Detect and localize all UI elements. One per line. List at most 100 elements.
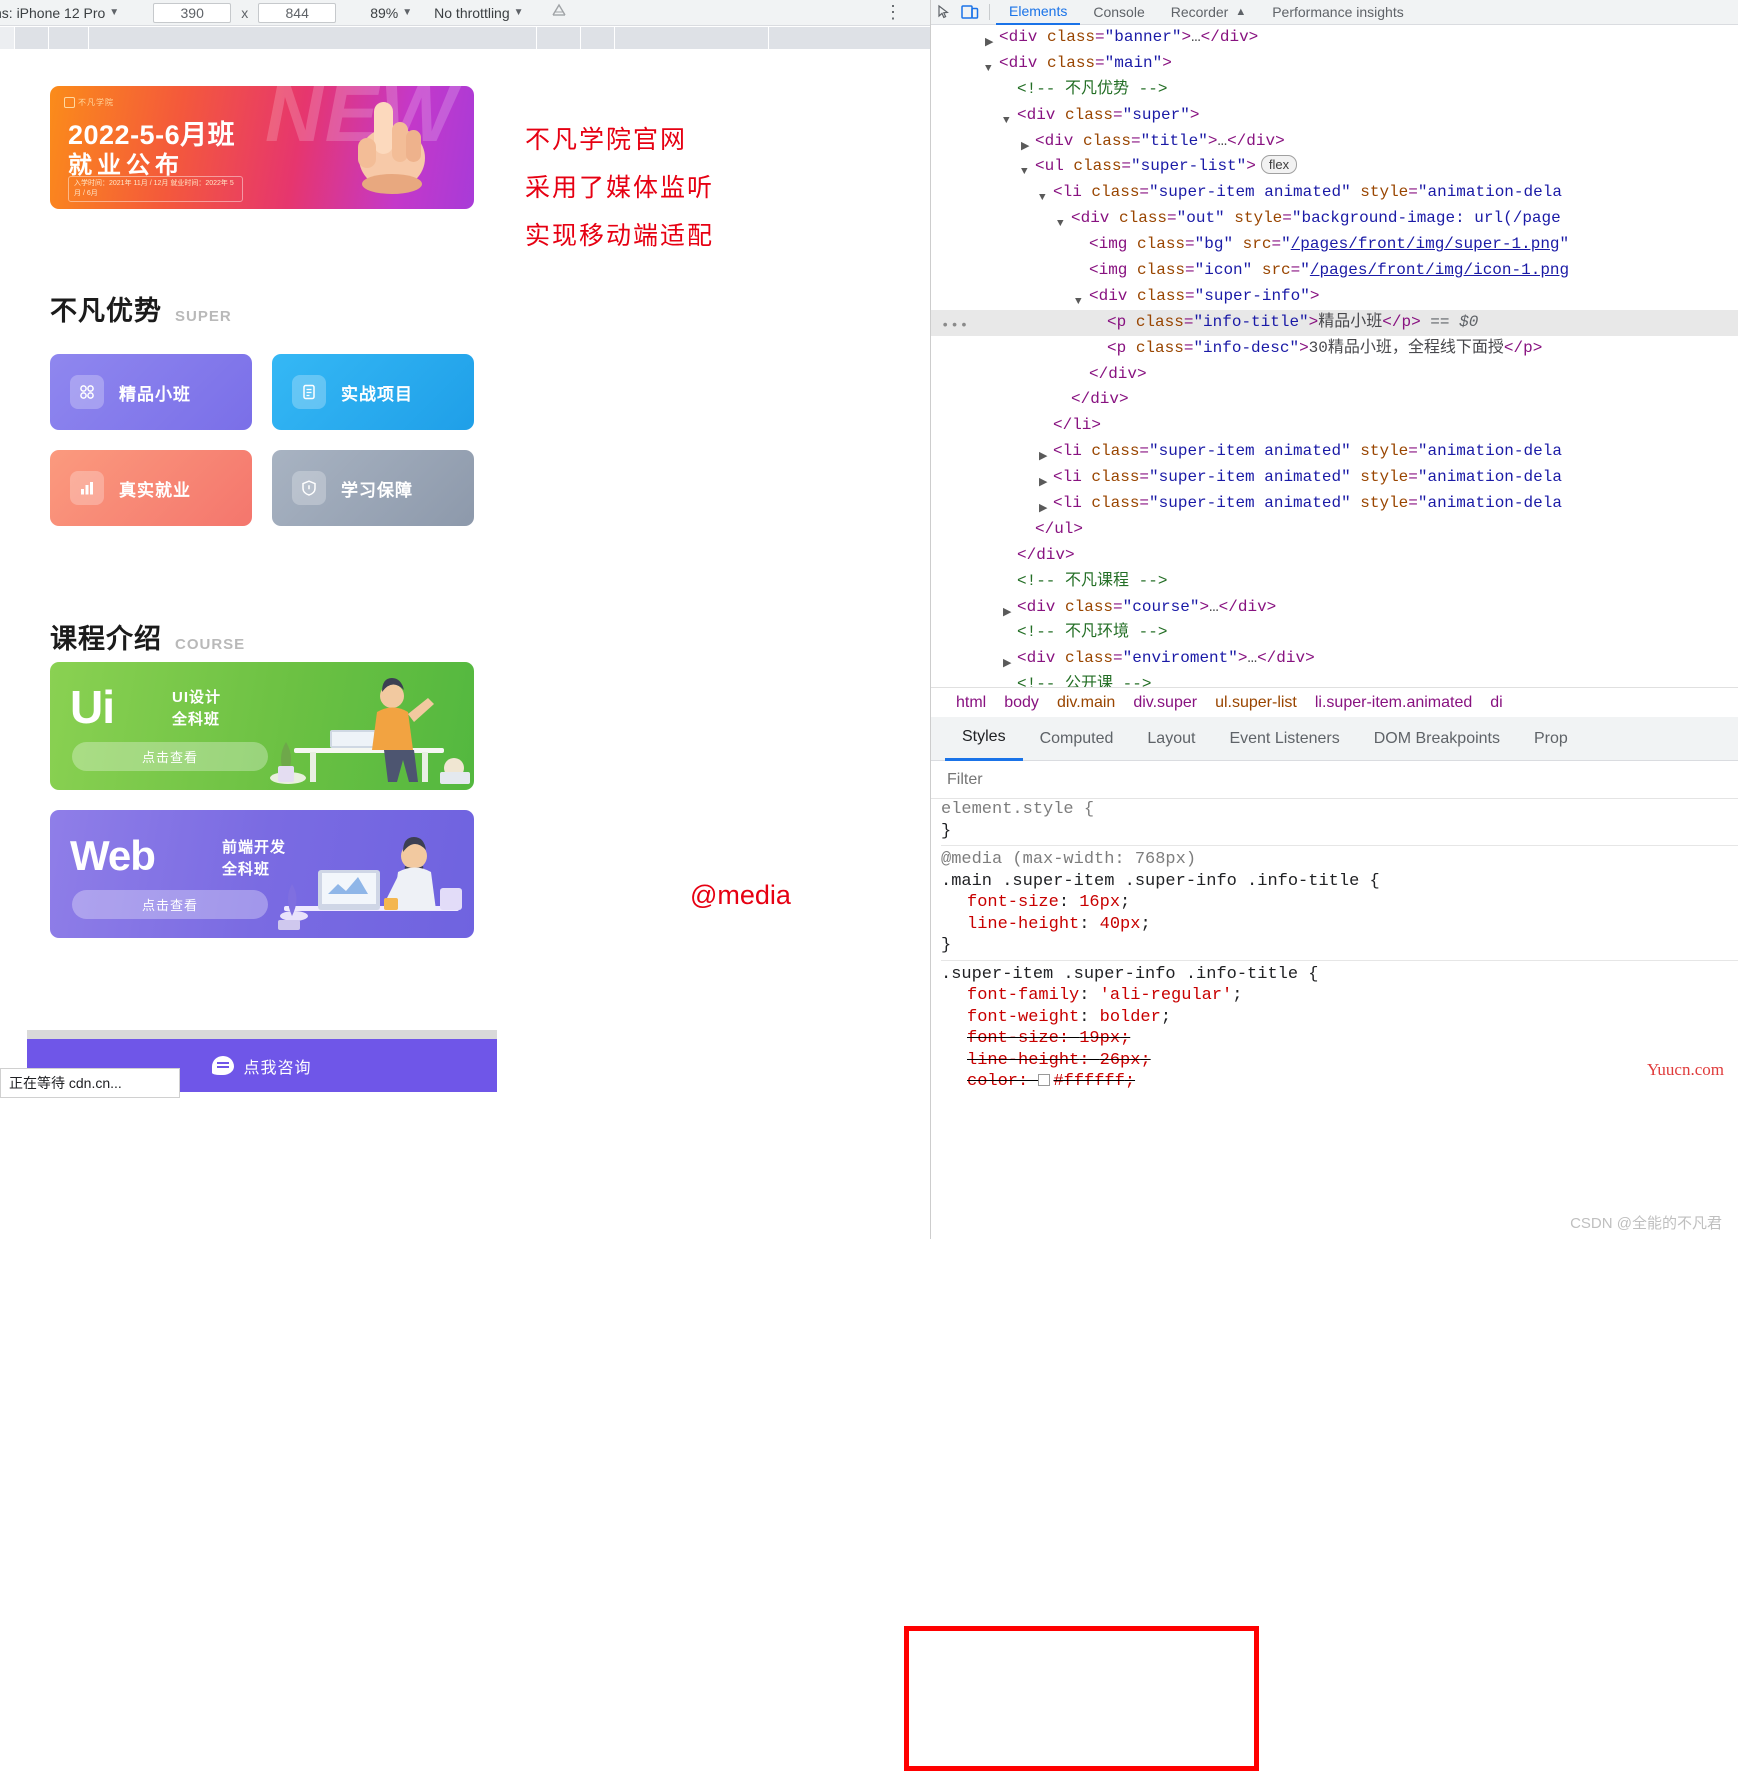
dom-node-line[interactable]: ▼ <div class="out" style="background-imag…	[931, 206, 1738, 232]
tab-console[interactable]: Console	[1080, 0, 1157, 25]
dom-node-line[interactable]: ▼ <div class="main">	[931, 51, 1738, 77]
banner-logo: 不凡学院	[64, 96, 118, 109]
dom-node-content: <li class="super-item animated" style="a…	[1053, 468, 1562, 487]
super-title-zh: 不凡优势	[50, 296, 162, 326]
banner-logo-label: 不凡学院	[78, 98, 114, 107]
breadcrumb-item[interactable]: body	[995, 694, 1048, 712]
dom-node-line[interactable]: ▼ <li class="super-item animated" style="…	[931, 180, 1738, 206]
breadcrumb-item[interactable]: ul.super-list	[1206, 694, 1306, 712]
device-toolbar-icon[interactable]	[957, 0, 983, 25]
zoom-selector[interactable]: 89% ▼	[370, 5, 412, 21]
dom-node-line[interactable]: <img class="bg" src="/pages/front/img/su…	[931, 232, 1738, 258]
css-rule-element-style[interactable]: element.style { }	[931, 799, 1738, 842]
more-options-icon[interactable]: ⋮	[884, 2, 902, 22]
emulated-page: NEW 不凡学院 2022-5-6月班 就业公布 入学时间：2021年 11月 …	[27, 49, 497, 1039]
dom-node-line[interactable]: ▼ <ul class="super-list"> flex	[931, 154, 1738, 180]
course-view-button[interactable]: 点击查看	[72, 742, 268, 771]
tab-recorder[interactable]: Recorder ▲	[1158, 0, 1259, 25]
css-declaration[interactable]: font-family: 'ali-regular';	[941, 985, 1738, 1007]
css-declaration-overridden[interactable]: font-size: 19px;	[941, 1028, 1738, 1050]
css-declaration[interactable]: font-size: 16px;	[941, 892, 1738, 914]
dom-node-line[interactable]: </div>	[931, 543, 1738, 569]
dom-node-line[interactable]: </div>	[931, 387, 1738, 413]
styles-filter-input[interactable]	[945, 769, 1545, 790]
breadcrumb-item[interactable]: div.super	[1124, 694, 1206, 712]
course-card[interactable]: Ui UI设计 全科班 点击查看	[50, 662, 474, 790]
dom-node-content: <li class="super-item animated" style="a…	[1053, 442, 1562, 461]
dom-node-line[interactable]: ▼ <div class="super">	[931, 103, 1738, 129]
css-declaration[interactable]: line-height: 40px;	[941, 914, 1738, 936]
styles-tabbar: Styles Computed Layout Event Listeners D…	[931, 717, 1738, 761]
course-card[interactable]: Web 前端开发 全科班 点击查看	[50, 810, 474, 938]
device-emulation-pane: ns: iPhone 12 Pro ▼ 390 x 844 89% ▼ No t…	[0, 0, 930, 1239]
tab-styles[interactable]: Styles	[945, 717, 1023, 761]
dom-node-content: </div>	[1089, 364, 1147, 383]
tab-dom-breakpoints[interactable]: DOM Breakpoints	[1357, 717, 1517, 761]
breadcrumb-item[interactable]: li.super-item.animated	[1306, 694, 1481, 712]
dom-node-line[interactable]: ▶ <div class="enviroment">…</div>	[931, 646, 1738, 672]
dimension-separator: x	[241, 4, 249, 21]
device-selector[interactable]: ns: iPhone 12 Pro ▼	[0, 5, 119, 21]
css-rules-pane[interactable]: element.style { } @media (max-width: 768…	[904, 799, 1738, 1771]
course-illustration	[278, 837, 462, 930]
dom-node-line[interactable]: ▶ <div class="title">…</div>	[931, 129, 1738, 155]
course-view-button[interactable]: 点击查看	[72, 890, 268, 919]
css-rule-info-title[interactable]: .super-item .super-info .info-title { fo…	[931, 964, 1738, 1093]
dom-node-content: <img class="bg" src="/pages/front/img/su…	[1089, 235, 1570, 254]
tab-properties[interactable]: Prop	[1517, 717, 1585, 761]
dom-node-line[interactable]: </li>	[931, 413, 1738, 439]
device-emulation-toolbar: ns: iPhone 12 Pro ▼ 390 x 844 89% ▼ No t…	[0, 0, 930, 26]
dom-node-line[interactable]: ▶ <li class="super-item animated" style="…	[931, 439, 1738, 465]
tab-elements[interactable]: Elements	[996, 0, 1081, 25]
breadcrumb-item[interactable]: di	[1481, 694, 1511, 712]
inspect-element-icon[interactable]	[931, 0, 957, 25]
color-swatch[interactable]	[1038, 1074, 1051, 1086]
grid-icon	[70, 375, 104, 409]
css-selector: .main .super-item .super-info .info-titl…	[941, 871, 1380, 891]
super-item[interactable]: 学习保障	[272, 450, 474, 526]
dom-node-line[interactable]: ▶ <div class="course">…</div>	[931, 595, 1738, 621]
rotate-icon[interactable]	[550, 2, 568, 23]
tab-layout[interactable]: Layout	[1130, 717, 1212, 761]
viewport-height-input[interactable]: 844	[258, 2, 337, 23]
dom-node-line[interactable]: ▶ <div class="banner">…</div>	[931, 25, 1738, 51]
dom-node-line[interactable]: <p class="info-desc">30精品小班，全程线下面授</p>	[931, 336, 1738, 362]
warning-triangle-icon: ▲	[1235, 6, 1247, 18]
dom-node-content: <!-- 不凡优势 -->	[1017, 79, 1168, 98]
breadcrumb-item[interactable]: html	[947, 694, 995, 712]
dom-node-content: <li class="super-item animated" style="a…	[1053, 494, 1562, 513]
promo-banner[interactable]: NEW 不凡学院 2022-5-6月班 就业公布 入学时间：2021年 11月 …	[50, 86, 474, 209]
super-item[interactable]: 精品小班	[50, 354, 252, 430]
viewport-width-input[interactable]: 390	[153, 2, 232, 23]
dom-node-line[interactable]: <img class="icon" src="/pages/front/img/…	[931, 258, 1738, 284]
dom-node-line[interactable]: ▶ <li class="super-item animated" style="…	[931, 465, 1738, 491]
css-declaration[interactable]: font-weight: bolder;	[941, 1007, 1738, 1029]
throttling-selector[interactable]: No throttling ▼	[434, 5, 523, 21]
dom-node-line[interactable]: ••• <p class="info-title">精品小班</p> == $0	[931, 309, 1738, 336]
tab-event-listeners[interactable]: Event Listeners	[1212, 717, 1356, 761]
dom-node-content: <p class="info-desc">30精品小班，全程线下面授</p>	[1107, 338, 1543, 357]
dom-node-line[interactable]: <!-- 公开课 -->	[931, 672, 1738, 687]
dom-node-line[interactable]: <!-- 不凡环境 -->	[931, 620, 1738, 646]
dom-node-line[interactable]: </ul>	[931, 517, 1738, 543]
super-item[interactable]: 实战项目	[272, 354, 474, 430]
css-rule-media-info-title[interactable]: @media (max-width: 768px) .main .super-i…	[931, 849, 1738, 957]
css-declaration-overridden[interactable]: color: #ffffff;	[941, 1071, 1738, 1093]
throttling-value-label: No throttling	[434, 4, 510, 21]
course-list: Ui UI设计 全科班 点击查看 Web 前端开发 全科班 点击查看	[50, 662, 474, 958]
dom-node-line[interactable]: <!-- 不凡优势 -->	[931, 77, 1738, 103]
dom-tree[interactable]: ▶ <div class="banner">…</div> ▼ <div class=…	[931, 25, 1738, 687]
dom-node-content: <div class="super">	[1017, 105, 1200, 124]
tab-performance-insights[interactable]: Performance insights	[1259, 0, 1417, 25]
dom-node-line[interactable]: </div>	[931, 362, 1738, 388]
breadcrumb-item[interactable]: div.main	[1048, 694, 1124, 712]
tab-computed[interactable]: Computed	[1023, 717, 1131, 761]
dom-node-line[interactable]: ▶ <li class="super-item animated" style="…	[931, 491, 1738, 517]
super-item[interactable]: 真实就业	[50, 450, 252, 526]
css-declaration-overridden[interactable]: line-height: 26px;	[941, 1050, 1738, 1072]
dom-node-content: <!-- 不凡课程 -->	[1017, 571, 1168, 590]
dom-node-line[interactable]: <!-- 不凡课程 -->	[931, 569, 1738, 595]
dom-node-line[interactable]: ▼ <div class="super-info">	[931, 284, 1738, 310]
dom-node-content: </ul>	[1035, 519, 1084, 538]
banner-title-line2: 就业公布	[68, 152, 184, 179]
